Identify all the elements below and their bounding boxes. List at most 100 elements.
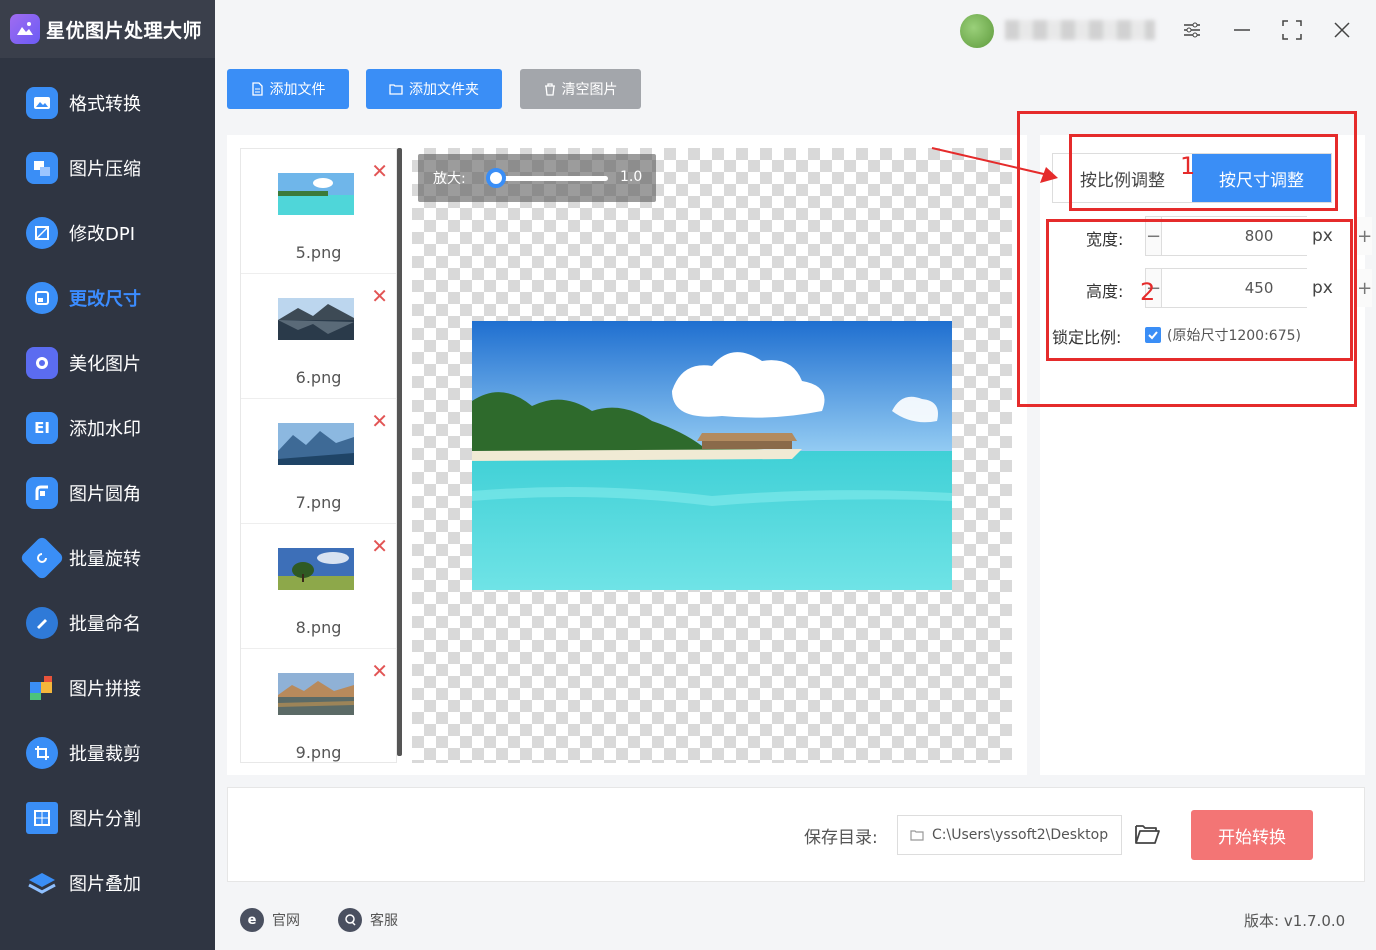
sidebar-item-rename[interactable]: 批量命名	[0, 590, 215, 655]
file-name: 8.png	[295, 618, 342, 637]
sidebar-item-label: 批量裁剪	[69, 743, 141, 765]
rotate-icon	[19, 534, 65, 581]
remove-file-icon[interactable]: ✕	[371, 536, 388, 556]
sidebar-item-label: 图片圆角	[69, 483, 141, 505]
zoom-control: 放大: 1.0	[418, 154, 656, 202]
zoom-slider-track[interactable]	[498, 176, 608, 181]
thumbnail-sunset	[278, 673, 354, 715]
list-item[interactable]: 6.png ✕	[241, 274, 396, 399]
sidebar-item-label: 批量命名	[69, 613, 141, 635]
settings-sliders-icon[interactable]	[1178, 16, 1206, 44]
preview-image	[472, 321, 952, 590]
remove-file-icon[interactable]: ✕	[371, 411, 388, 431]
lock-ratio-label: 锁定比例:	[1052, 328, 1122, 347]
remove-file-icon[interactable]: ✕	[371, 161, 388, 181]
file-list-scrollbar[interactable]	[397, 148, 402, 756]
customer-service-label: 客服	[370, 913, 398, 929]
sidebar-item-label: 更改尺寸	[69, 288, 141, 310]
zoom-label: 放大:	[433, 171, 466, 187]
clear-images-label: 清空图片	[561, 82, 618, 98]
sidebar-item-rounded-corner[interactable]: 图片圆角	[0, 460, 215, 525]
sidebar-item-compress[interactable]: 图片压缩	[0, 135, 215, 200]
crop-icon	[26, 736, 58, 769]
app-logo-icon	[10, 14, 40, 44]
customer-service-link[interactable]: 客服	[338, 908, 398, 932]
width-unit: px	[1312, 226, 1333, 246]
sidebar-item-puzzle[interactable]: 图片拼接	[0, 655, 215, 720]
width-decrement-button[interactable]: −	[1146, 217, 1162, 255]
sidebar-item-label: 美化图片	[69, 353, 141, 375]
remove-file-icon[interactable]: ✕	[371, 286, 388, 306]
sidebar-item-label: 添加水印	[69, 418, 141, 440]
app-title: 星优图片处理大师	[46, 19, 203, 42]
file-name: 5.png	[295, 243, 342, 262]
trash-icon	[544, 82, 555, 96]
resize-by-size-tab[interactable]: 按尺寸调整	[1192, 154, 1331, 202]
height-label: 高度:	[1086, 282, 1124, 301]
annotation-number-1: 1	[1180, 152, 1196, 180]
sidebar-item-label: 修改DPI	[69, 223, 136, 245]
file-icon	[251, 82, 263, 96]
height-stepper: − +	[1145, 268, 1373, 308]
sidebar-item-beautify[interactable]: 美化图片	[0, 330, 215, 395]
sidebar-item-split[interactable]: 图片分割	[0, 785, 215, 850]
file-name: 6.png	[295, 368, 342, 387]
sidebar-item-crop[interactable]: 批量裁剪	[0, 720, 215, 785]
folder-outline-icon	[910, 830, 924, 841]
resize-by-ratio-tab[interactable]: 按比例调整	[1053, 154, 1192, 202]
add-file-button[interactable]: 添加文件	[227, 69, 349, 109]
compress-icon	[26, 151, 58, 184]
remove-file-icon[interactable]: ✕	[371, 661, 388, 681]
username-redacted	[1005, 20, 1155, 40]
sidebar-item-resize[interactable]: 更改尺寸	[0, 265, 215, 330]
sidebar-item-layers[interactable]: 图片叠加	[0, 850, 215, 915]
browse-folder-icon[interactable]	[1134, 822, 1160, 846]
checkmark-icon	[1148, 331, 1158, 340]
add-file-label: 添加文件	[269, 82, 326, 98]
add-folder-label: 添加文件夹	[409, 82, 479, 98]
width-increment-button[interactable]: +	[1357, 217, 1373, 255]
rename-icon	[26, 606, 58, 639]
chat-bubble-icon	[338, 908, 362, 932]
sidebar-item-label: 批量旋转	[69, 548, 141, 570]
dpi-icon	[26, 216, 58, 249]
height-unit: px	[1312, 278, 1333, 298]
list-item[interactable]: 7.png ✕	[241, 399, 396, 524]
height-increment-button[interactable]: +	[1357, 269, 1373, 307]
puzzle-icon	[26, 672, 58, 704]
image-convert-icon	[26, 86, 58, 119]
sidebar-item-format-convert[interactable]: 格式转换	[0, 70, 215, 135]
sidebar-item-dpi[interactable]: 修改DPI	[0, 200, 215, 265]
sidebar-item-rotate[interactable]: 批量旋转	[0, 525, 215, 590]
clear-images-button[interactable]: 清空图片	[520, 69, 641, 109]
maximize-icon[interactable]	[1278, 16, 1306, 44]
thumbnail-mountains	[278, 423, 354, 465]
thumbnail-tree	[278, 548, 354, 590]
close-icon[interactable]	[1328, 16, 1356, 44]
list-item[interactable]: 8.png ✕	[241, 524, 396, 649]
start-convert-button[interactable]: 开始转换	[1191, 810, 1313, 860]
avatar[interactable]	[960, 14, 994, 48]
watermark-icon: EI	[26, 411, 58, 444]
sidebar-item-label: 图片分割	[69, 808, 141, 830]
sidebar-item-label: 图片叠加	[69, 873, 141, 895]
version-text: 版本: v1.7.0.0	[1244, 912, 1346, 930]
folder-icon	[389, 84, 403, 95]
list-item[interactable]: 9.png ✕	[241, 649, 396, 762]
minimize-icon[interactable]	[1228, 16, 1256, 44]
sidebar: 星优图片处理大师 格式转换 图片压缩 修改DPI 更改尺寸 美化图片 EI 添加…	[0, 0, 215, 950]
original-size-text: (原始尺寸1200:675)	[1167, 328, 1301, 344]
list-item[interactable]: 5.png ✕	[241, 149, 396, 274]
file-name: 7.png	[295, 493, 342, 512]
zoom-value: 1.0	[620, 169, 643, 185]
save-path-field[interactable]: C:\Users\yssoft2\Desktop	[897, 815, 1122, 855]
zoom-slider-handle[interactable]	[486, 168, 506, 188]
website-link[interactable]: e 官网	[240, 908, 300, 932]
sidebar-item-label: 图片压缩	[69, 158, 141, 180]
split-icon	[26, 801, 58, 834]
sidebar-item-watermark[interactable]: EI 添加水印	[0, 395, 215, 460]
lock-ratio-checkbox[interactable]	[1145, 327, 1161, 343]
beautify-icon	[26, 346, 58, 379]
save-directory-label: 保存目录:	[804, 828, 878, 848]
add-folder-button[interactable]: 添加文件夹	[366, 69, 502, 109]
